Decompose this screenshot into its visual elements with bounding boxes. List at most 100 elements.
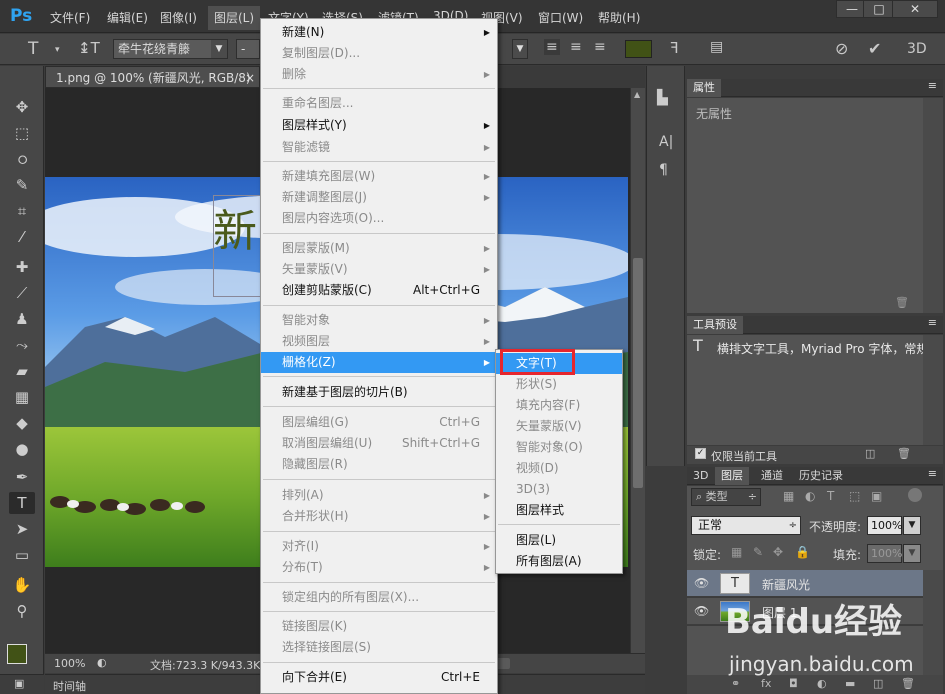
chevron-down-icon[interactable]: ▾ <box>55 45 60 55</box>
menu-file[interactable]: 文件(F) <box>50 9 90 26</box>
text-tool-preset-icon[interactable]: T <box>28 39 38 59</box>
filter-adjustment-icon[interactable]: ◐ <box>805 489 815 503</box>
menu-item-layer-style[interactable]: 图层样式(Y) ▶ <box>261 115 497 136</box>
document-tab[interactable]: 1.png @ 100% (新疆风光, RGB/8) * × <box>45 66 260 107</box>
menu-item-new-fill-layer[interactable]: 新建填充图层(W) ▶ <box>261 166 497 187</box>
lock-all-icon[interactable]: 🔒 <box>795 545 810 559</box>
menu-item-layer-mask[interactable]: 图层蒙版(M) ▶ <box>261 238 497 259</box>
filter-shape-icon[interactable]: ⬚ <box>849 489 860 503</box>
rectangle-tool-icon[interactable]: ▭ <box>9 544 35 566</box>
menu-item-select-linked-layers[interactable]: 选择链接图层(S) <box>261 637 497 658</box>
timeline-label[interactable]: 时间轴 <box>53 678 86 694</box>
menu-item-distribute[interactable]: 分布(T) ▶ <box>261 557 497 578</box>
blend-mode-select[interactable]: 正常 ÷ <box>691 516 801 535</box>
menu-item-rasterize[interactable]: 栅格化(Z) ▶ <box>261 352 497 373</box>
type-tool-icon[interactable]: T <box>9 492 35 514</box>
history-brush-icon[interactable]: ⤳ <box>9 334 35 356</box>
filter-toggle[interactable] <box>908 488 922 502</box>
font-size-dropdown[interactable]: ▼ <box>512 39 528 59</box>
path-select-tool-icon[interactable]: ➤ <box>9 518 35 540</box>
dodge-tool-icon[interactable]: ● <box>9 438 35 460</box>
menu-layer[interactable]: 图层(L) <box>208 6 261 30</box>
submenu-item-vector-mask[interactable]: 矢量蒙版(V) <box>496 416 622 437</box>
menu-item-layer-content-options[interactable]: 图层内容选项(O)... <box>261 208 497 229</box>
menu-item-lock-all-layers-in-group[interactable]: 锁定组内的所有图层(X)... <box>261 587 497 608</box>
menu-item-duplicate-layer[interactable]: 复制图层(D)... <box>261 43 497 64</box>
menu-item-delete[interactable]: 删除 ▶ <box>261 64 497 85</box>
lock-transparent-icon[interactable]: ▦ <box>731 545 742 559</box>
align-center-icon[interactable]: ≡ <box>570 39 582 55</box>
new-preset-icon[interactable]: ◫ <box>865 447 875 460</box>
menu-item-smart-object[interactable]: 智能对象 ▶ <box>261 310 497 331</box>
foreground-color[interactable] <box>7 644 27 664</box>
toggle-orientation-icon[interactable]: ↨T <box>78 39 100 57</box>
tool-presets-tab[interactable]: 工具预设 <box>687 316 743 334</box>
timeline-icon[interactable]: ▣ <box>14 677 24 690</box>
paragraph-panel-icon[interactable]: ¶ <box>659 162 668 178</box>
submenu-item-layer[interactable]: 图层(L) <box>496 530 622 551</box>
healing-brush-icon[interactable]: ✚ <box>9 256 35 278</box>
vertical-scrollbar[interactable]: ▲ <box>630 88 645 653</box>
trash-icon[interactable]: 🗑 <box>897 447 911 460</box>
status-menu-icon[interactable]: ◐ <box>97 656 107 669</box>
quick-select-tool-icon[interactable]: ✎ <box>9 174 35 196</box>
3d-button[interactable]: 3D <box>907 41 927 57</box>
hand-tool-icon[interactable]: ✋ <box>9 574 35 596</box>
filter-pixel-icon[interactable]: ▦ <box>783 489 794 503</box>
submenu-item-video[interactable]: 视频(D) <box>496 458 622 479</box>
menu-item-ungroup-layers[interactable]: 取消图层编组(U) Shift+Ctrl+G <box>261 433 497 454</box>
align-right-icon[interactable]: ≡ <box>594 39 606 55</box>
menu-item-align[interactable]: 对齐(I) ▶ <box>261 536 497 557</box>
scroll-up-icon[interactable]: ▲ <box>634 90 640 99</box>
character-panel-icon[interactable]: ▤ <box>710 39 723 55</box>
menu-item-create-clipping-mask[interactable]: 创建剪贴蒙版(C) Alt+Ctrl+G <box>261 280 497 301</box>
submenu-item-3d[interactable]: 3D(3) <box>496 479 622 500</box>
chevron-down-icon[interactable]: ▼ <box>903 544 921 563</box>
cancel-icon[interactable]: ⊘ <box>835 39 848 58</box>
text-layer-glyph[interactable]: 新 <box>213 202 257 262</box>
eyedropper-tool-icon[interactable]: ⁄ <box>9 226 35 248</box>
only-current-tool-checkbox[interactable]: ✓ <box>695 448 706 459</box>
panel-menu-icon[interactable]: ≡ <box>928 467 937 480</box>
menu-item-new-layer-based-slice[interactable]: 新建基于图层的切片(B) <box>261 382 497 403</box>
tool-presets-scrollbar[interactable] <box>923 335 943 445</box>
submenu-item-fill-content[interactable]: 填充内容(F) <box>496 395 622 416</box>
tab-3d[interactable]: 3D <box>687 467 714 485</box>
menu-item-rename-layer[interactable]: 重命名图层... <box>261 93 497 114</box>
submenu-item-smart-object[interactable]: 智能对象(O) <box>496 437 622 458</box>
menu-item-link-layers[interactable]: 链接图层(K) <box>261 616 497 637</box>
commit-icon[interactable]: ✔ <box>868 39 881 58</box>
marquee-tool-icon[interactable]: ⬚ <box>9 122 35 144</box>
menu-item-arrange[interactable]: 排列(A) ▶ <box>261 485 497 506</box>
menu-item-merge-down[interactable]: 向下合并(E) Ctrl+E <box>261 667 497 688</box>
filter-type-icon[interactable]: T <box>827 489 834 503</box>
submenu-item-shape[interactable]: 形状(S) <box>496 374 622 395</box>
close-window-button[interactable]: ✕ <box>892 0 938 18</box>
visibility-eye-icon[interactable]: 👁 <box>694 576 709 590</box>
gradient-tool-icon[interactable]: ▦ <box>9 386 35 408</box>
maximize-button[interactable]: □ <box>863 0 895 18</box>
eraser-tool-icon[interactable]: ▰ <box>9 360 35 382</box>
chevron-down-icon[interactable]: ▼ <box>903 516 921 535</box>
menu-edit[interactable]: 编辑(E) <box>107 9 148 26</box>
layer-filter-select[interactable]: ⌕ 类型 ÷ <box>691 488 761 506</box>
submenu-item-layer-style[interactable]: 图层样式 <box>496 500 622 521</box>
brush-tool-icon[interactable]: ⟋ <box>9 282 35 304</box>
pen-tool-icon[interactable]: ✒ <box>9 466 35 488</box>
blur-tool-icon[interactable]: ◆ <box>9 412 35 434</box>
menu-item-smart-filter[interactable]: 智能滤镜 ▶ <box>261 137 497 158</box>
lock-image-icon[interactable]: ✎ <box>753 545 763 559</box>
opacity-input[interactable]: 100% <box>867 516 902 535</box>
text-color-swatch[interactable] <box>625 40 652 58</box>
tab-history[interactable]: 历史记录 <box>793 467 849 485</box>
menu-window[interactable]: 窗口(W) <box>538 9 583 26</box>
tab-channels[interactable]: 通道 <box>755 467 789 485</box>
filter-smart-object-icon[interactable]: ▣ <box>871 489 882 503</box>
tab-layers[interactable]: 图层 <box>715 467 749 485</box>
trash-icon[interactable]: 🗑 <box>895 296 909 309</box>
menu-item-group-layers[interactable]: 图层编组(G) Ctrl+G <box>261 412 497 433</box>
close-tab-icon[interactable]: × <box>245 67 255 89</box>
properties-scrollbar[interactable] <box>923 98 943 313</box>
panel-menu-icon[interactable]: ≡ <box>928 79 937 92</box>
menu-item-combine-shapes[interactable]: 合并形状(H) ▶ <box>261 506 497 527</box>
